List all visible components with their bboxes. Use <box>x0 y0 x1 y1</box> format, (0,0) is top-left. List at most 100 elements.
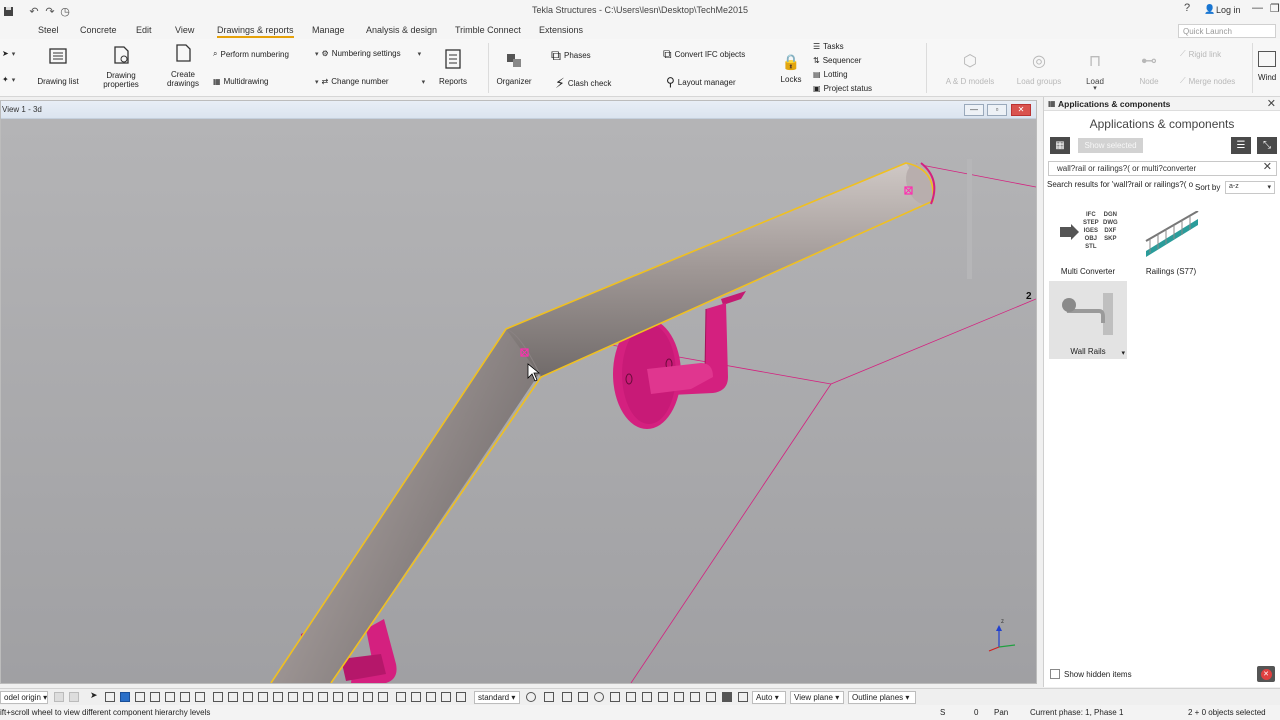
work-plane-select[interactable]: odel origin ▾ <box>0 691 48 704</box>
clash-check-button[interactable]: ⚡ Clash check <box>555 75 611 92</box>
toolbar-icon[interactable] <box>396 692 406 702</box>
tab-analysis-design[interactable]: Analysis & design <box>366 25 437 35</box>
toolbar-icon[interactable] <box>544 692 554 702</box>
view-minimize-button[interactable]: — <box>964 104 984 116</box>
toolbar-icon[interactable] <box>243 692 253 702</box>
create-drawings-button[interactable]: Create drawings <box>160 43 206 88</box>
phases-button[interactable]: ⧉ Phases <box>551 47 591 64</box>
toolbar-icon[interactable] <box>105 692 115 702</box>
toolbar-icon[interactable] <box>363 692 373 702</box>
tab-steel[interactable]: Steel <box>38 25 59 35</box>
windows-button[interactable]: Wind <box>1258 51 1280 82</box>
outline-select[interactable]: Outline planes ▾ <box>848 691 916 704</box>
convert-ifc-button[interactable]: ⧉ Convert IFC objects <box>663 47 745 62</box>
select-tool[interactable]: ➤ ▾ <box>2 49 15 58</box>
restore-icon[interactable]: ❐ <box>1270 2 1280 15</box>
tab-edit[interactable]: Edit <box>136 25 152 35</box>
model-scene[interactable]: 2 z <box>1 119 1036 683</box>
toolbar-icon[interactable] <box>69 692 79 702</box>
toolbar-icon[interactable] <box>578 692 588 702</box>
toolbar-icon[interactable] <box>318 692 328 702</box>
perform-numbering-button[interactable]: ⌕ Perform numbering <box>213 49 289 59</box>
organizer-button[interactable]: Organizer <box>494 51 534 86</box>
list-view-button[interactable]: ☰ <box>1231 137 1251 154</box>
toolbar-icon[interactable] <box>674 692 684 702</box>
toolbar-icon[interactable] <box>348 692 358 702</box>
toolbar-icon[interactable] <box>456 692 466 702</box>
toolbar-icon[interactable] <box>738 692 748 702</box>
snap-settings-select[interactable]: standard ▾ <box>474 691 520 704</box>
locks-button[interactable]: 🔒 Locks <box>778 53 804 84</box>
model-view[interactable]: View 1 - 3d — ▫ ✕ 2 z <box>0 100 1037 684</box>
reports-button[interactable]: Reports <box>436 49 470 86</box>
toolbar-icon[interactable] <box>411 692 421 702</box>
tab-drawings-reports[interactable]: Drawings & reports <box>217 25 294 38</box>
multidrawing-button[interactable]: ▦ Multidrawing <box>213 77 268 86</box>
load-groups-button[interactable]: ◎ Load groups <box>1012 51 1066 86</box>
load-button[interactable]: ⊓ Load ▾ <box>1080 51 1110 92</box>
toolbar-icon[interactable] <box>610 692 620 702</box>
toolbar-icon[interactable] <box>228 692 238 702</box>
minimize-icon[interactable]: — <box>1252 2 1263 14</box>
layout-manager-button[interactable]: ⚲ Layout manager <box>666 75 736 89</box>
toolbar-icon[interactable] <box>258 692 268 702</box>
show-hidden-checkbox[interactable] <box>1050 669 1060 679</box>
toolbar-icon[interactable] <box>642 692 652 702</box>
view-maximize-button[interactable]: ▫ <box>987 104 1007 116</box>
component-tile-wall-rails[interactable]: Wall Rails ▾ <box>1049 281 1127 359</box>
drawing-list-button[interactable]: Drawing list <box>34 47 82 86</box>
show-selected-button[interactable]: Show selected <box>1078 138 1143 153</box>
login-link[interactable]: Log in <box>1216 5 1241 15</box>
toolbar-icon[interactable] <box>706 692 716 702</box>
toolbar-icon[interactable] <box>180 692 190 702</box>
clear-search-icon[interactable]: ✕ <box>1263 160 1272 173</box>
toolbar-icon[interactable] <box>120 692 130 702</box>
toolbar-icon[interactable] <box>195 692 205 702</box>
toolbar-icon[interactable] <box>54 692 64 702</box>
toolbar-icon[interactable] <box>526 692 536 702</box>
help-icon[interactable]: ? <box>1184 2 1190 14</box>
toolbar-icon[interactable] <box>658 692 668 702</box>
drawing-properties-button[interactable]: Drawing properties <box>98 45 144 89</box>
depth-select[interactable]: Auto ▾ <box>752 691 786 704</box>
tab-manage[interactable]: Manage <box>312 25 345 35</box>
select-icon[interactable]: ➤ <box>90 690 100 700</box>
project-status-button[interactable]: ▣ Project status <box>813 84 872 93</box>
toolbar-icon[interactable] <box>150 692 160 702</box>
plane-select[interactable]: View plane ▾ <box>790 691 844 704</box>
toolbar-icon[interactable] <box>333 692 343 702</box>
sort-select[interactable]: a-z ▾ <box>1225 181 1275 194</box>
sequencer-button[interactable]: ⇅ Sequencer <box>813 56 861 65</box>
collapse-button[interactable]: ⤡ <box>1257 137 1277 154</box>
panel-close-button[interactable]: ✕ <box>1257 666 1275 682</box>
component-tile-multi-converter[interactable]: IFC STEP IGES OBJ STL DGN DWG DXF SKP Mu… <box>1049 201 1127 279</box>
quick-launch-input[interactable]: Quick Launch <box>1178 24 1276 38</box>
thumbnail-view-button[interactable]: ▦ <box>1050 137 1070 154</box>
merge-nodes-button[interactable]: ⟋ Merge nodes <box>1180 76 1235 86</box>
ad-models-button[interactable]: ⬡ A & D models <box>942 51 998 86</box>
toolbar-icon[interactable] <box>722 692 732 702</box>
panel-close-icon[interactable]: ✕ <box>1267 97 1276 110</box>
toolbar-icon[interactable] <box>288 692 298 702</box>
change-number-button[interactable]: ▾ ⇄ Change number ▾ <box>315 77 425 86</box>
node-button[interactable]: ⊷ Node <box>1132 51 1166 86</box>
component-tile-railings[interactable]: Railings (S77) <box>1132 201 1210 279</box>
tab-trimble-connect[interactable]: Trimble Connect <box>455 25 521 35</box>
show-hidden-items[interactable]: Show hidden items <box>1050 669 1132 679</box>
chevron-down-icon[interactable]: ▾ <box>1121 349 1125 357</box>
toolbar-icon[interactable] <box>273 692 283 702</box>
toolbar-icon[interactable] <box>626 692 636 702</box>
search-input[interactable]: wall?rail or railings?( or multi?convert… <box>1048 161 1277 176</box>
numbering-settings-button[interactable]: ▾ ⚙ Numbering settings ▾ <box>315 49 421 58</box>
toolbar-icon[interactable] <box>562 692 572 702</box>
lotting-button[interactable]: ▤ Lotting <box>813 70 848 79</box>
tab-view[interactable]: View <box>175 25 194 35</box>
rigid-link-button[interactable]: ⟋ Rigid link <box>1180 49 1221 59</box>
tab-concrete[interactable]: Concrete <box>80 25 117 35</box>
toolbar-icon[interactable] <box>594 692 604 702</box>
toolbar-icon[interactable] <box>303 692 313 702</box>
toolbar-icon[interactable] <box>441 692 451 702</box>
toolbar-icon[interactable] <box>426 692 436 702</box>
toolbar-icon[interactable] <box>135 692 145 702</box>
toolbar-icon[interactable] <box>165 692 175 702</box>
